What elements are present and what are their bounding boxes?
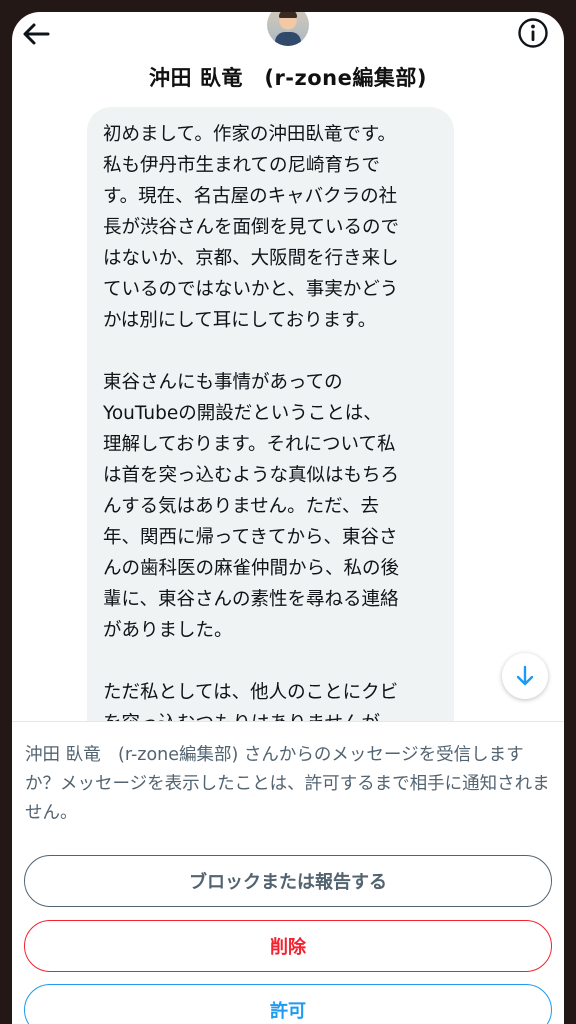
avatar-shirt	[275, 32, 301, 46]
arrow-left-icon	[23, 23, 50, 45]
dm-request-screen: 沖田 臥竜 (r-zone編集部) 初めまして。作家の沖田臥竜です。 私も伊丹市…	[12, 12, 564, 1024]
back-button[interactable]	[18, 16, 54, 52]
scroll-down-button[interactable]	[502, 653, 548, 699]
request-notice: 沖田 臥竜 (r-zone編集部) さんからのメッセージを受信しますか？メッセー…	[25, 745, 550, 823]
message-bubble[interactable]: 初めまして。作家の沖田臥竜です。 私も伊丹市生まれての尼崎育ちで す。現在、名古…	[87, 107, 454, 747]
delete-button[interactable]: 削除	[24, 920, 552, 972]
info-circle-icon	[518, 18, 548, 48]
message-paragraph: 東谷さんにも事情があっての YouTubeの開設だということは、 理解しておりま…	[103, 372, 400, 641]
arrow-down-icon	[516, 665, 534, 686]
message-request-panel: 沖田 臥竜 (r-zone編集部) さんからのメッセージを受信しますか？メッセー…	[12, 721, 564, 1024]
info-button[interactable]	[516, 16, 550, 50]
block-or-report-button[interactable]: ブロックまたは報告する	[24, 855, 552, 907]
message-paragraph: 初めまして。作家の沖田臥竜です。 私も伊丹市生まれての尼崎育ちで す。現在、名古…	[103, 124, 400, 331]
allow-button[interactable]: 許可	[24, 984, 552, 1024]
avatar-hair	[279, 12, 297, 18]
page-title: 沖田 臥竜 (r-zone編集部)	[149, 66, 427, 90]
avatar[interactable]	[267, 12, 309, 46]
